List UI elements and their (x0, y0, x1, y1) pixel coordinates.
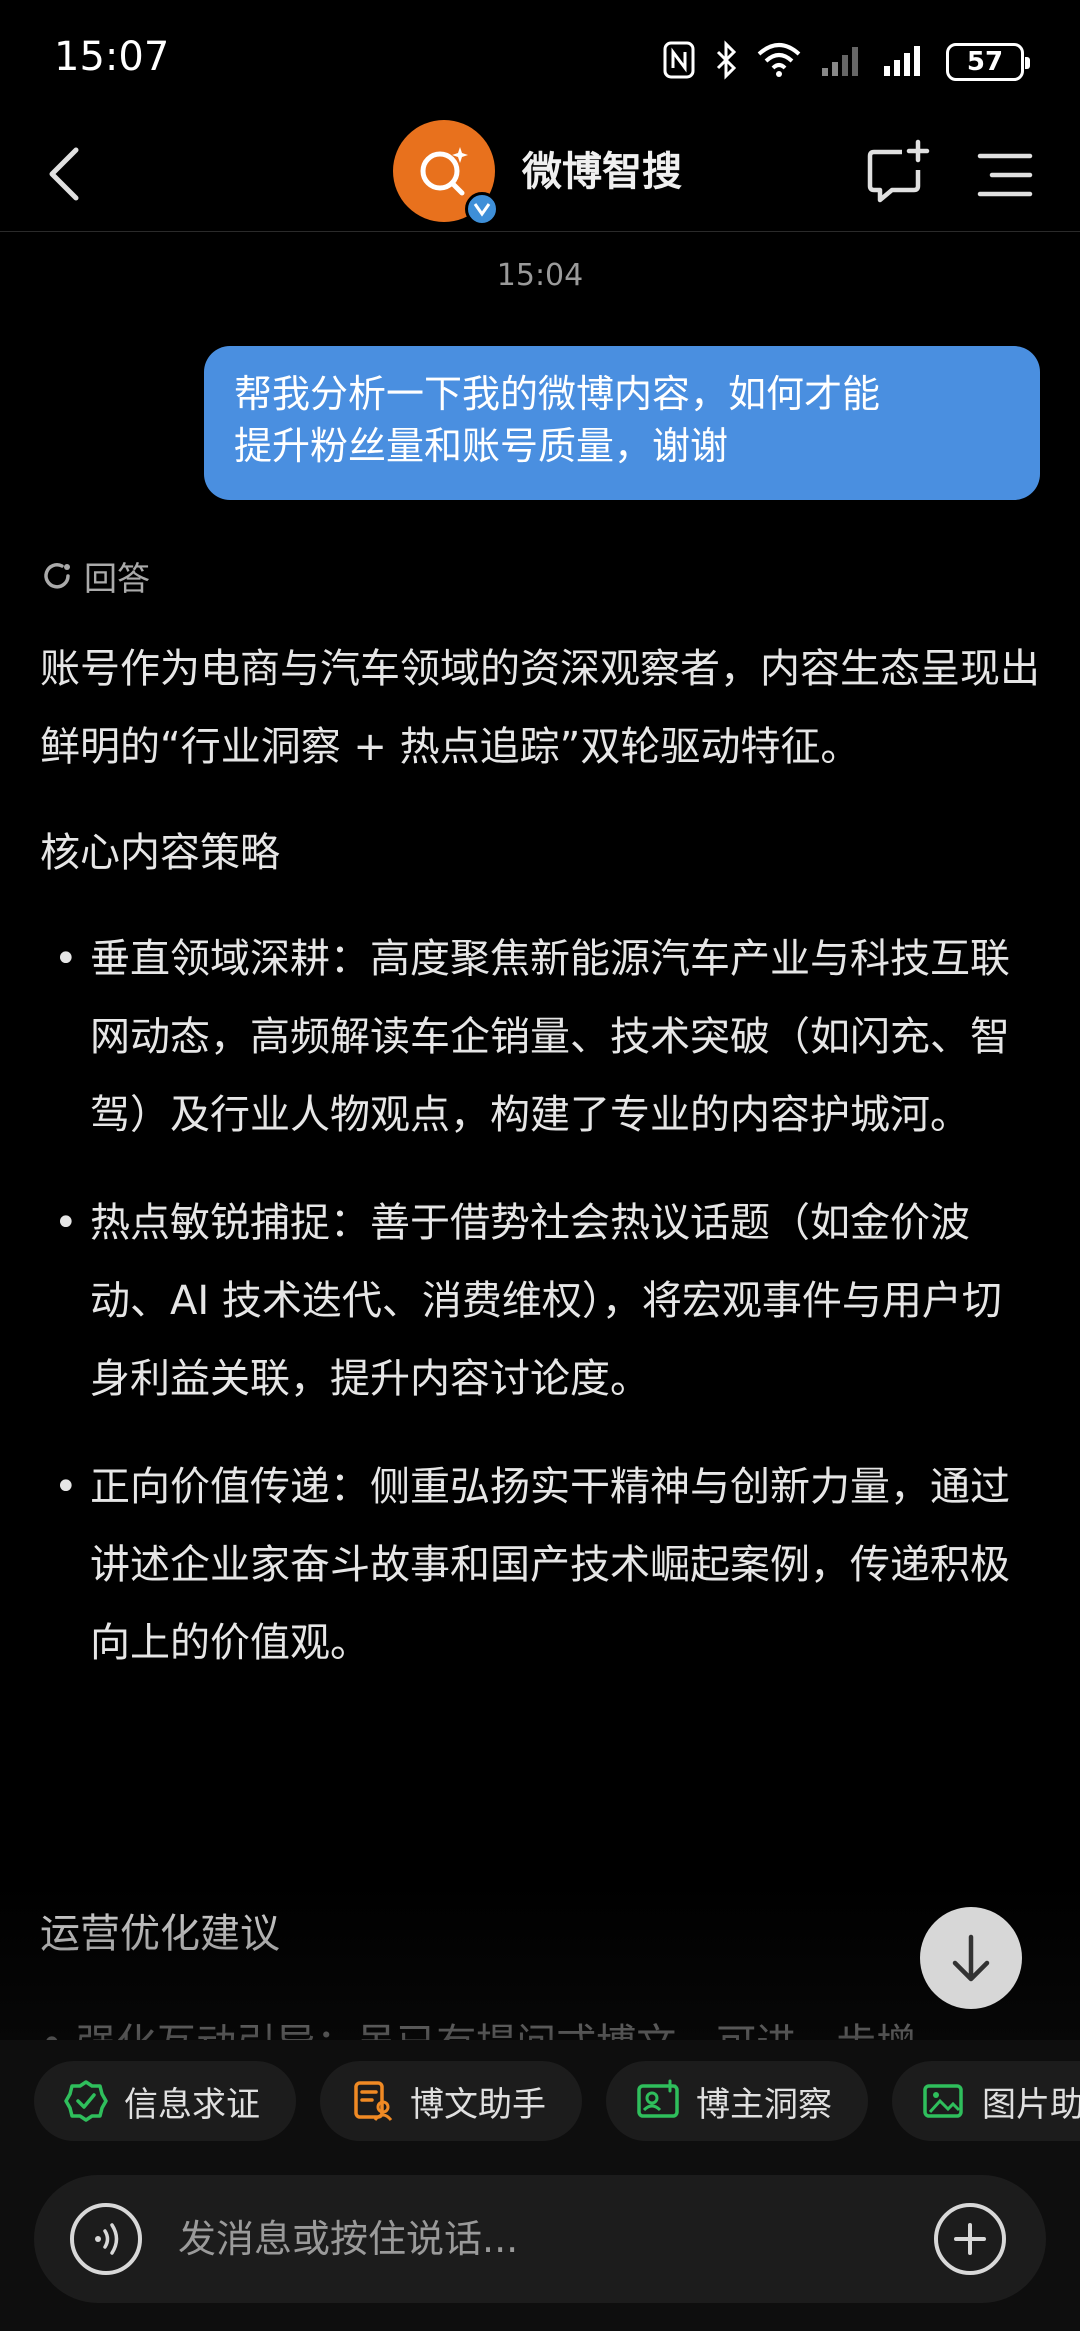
list-item: 正向价值传递：侧重弘扬实干精神与创新力量，通过讲述企业家奋斗故事和国产技术崛起案… (40, 1448, 1040, 1682)
chip-post-assistant[interactable]: 博文助手 (320, 2061, 582, 2141)
page-title: 微博智搜 (522, 149, 682, 195)
wifi-icon (756, 42, 802, 82)
search-spark-icon (420, 147, 468, 196)
arrow-down-icon (952, 1934, 990, 1982)
message-timestamp: 15:04 (496, 258, 584, 293)
user-message-line: 提升粉丝量和账号质量，谢谢 (234, 424, 729, 468)
signal-icon (882, 42, 928, 82)
nfc-icon (662, 40, 696, 84)
scroll-to-bottom-button[interactable] (920, 1907, 1022, 2009)
voice-input-button[interactable] (70, 2203, 142, 2275)
chip-image-assistant[interactable]: 图片助 (892, 2061, 1080, 2141)
answer-content: 账号作为电商与汽车领域的资深观察者，内容生态呈现出鲜明的“行业洞察 + 热点追踪… (40, 630, 1040, 1712)
add-attachment-button[interactable] (934, 2203, 1006, 2275)
chip-blogger-insight[interactable]: 博主洞察 (606, 2061, 868, 2141)
plus-icon (954, 2223, 986, 2255)
chip-fact-check[interactable]: 信息求证 (34, 2061, 296, 2141)
answer-intro: 账号作为电商与汽车领域的资深观察者，内容生态呈现出鲜明的“行业洞察 + 热点追踪… (40, 646, 1040, 770)
section-title: 运营优化建议 (40, 1911, 280, 1957)
new-chat-icon (867, 139, 930, 203)
list-item: 垂直领域深耕：高度聚焦新能源汽车产业与科技互联网动态，高频解读车企销量、技术突破… (40, 920, 1040, 1154)
voice-wave-icon (95, 2223, 119, 2255)
back-button[interactable] (32, 142, 96, 206)
chat-header: 微博智搜 (0, 120, 1080, 232)
new-chat-button[interactable] (862, 138, 932, 208)
chevron-left-icon (49, 147, 79, 201)
user-message-line: 帮我分析一下我的微博内容，如何才能 (234, 372, 881, 416)
menu-button[interactable] (970, 140, 1040, 210)
list-item: 热点敏锐捕捉：善于借势社会热议话题（如金价波动、AI 技术迭代、消费维权），将宏… (40, 1184, 1040, 1418)
bluetooth-icon (714, 40, 738, 84)
signal-weak-icon (820, 42, 864, 82)
battery-indicator: 57 (946, 43, 1030, 81)
chip-label: 图片助 (982, 2084, 1080, 2125)
document-person-icon (350, 2079, 394, 2123)
strategy-list: 垂直领域深耕：高度聚焦新能源汽车产业与科技互联网动态，高频解读车企销量、技术突破… (40, 920, 1040, 1682)
shield-check-icon (64, 2079, 108, 2123)
menu-icon (977, 153, 1033, 197)
status-icons: 57 (662, 40, 1030, 84)
refresh-icon (44, 563, 70, 589)
user-message-bubble[interactable]: 帮我分析一下我的微博内容，如何才能 提升粉丝量和账号质量，谢谢 (204, 346, 1040, 500)
answer-label-text: 回答 (84, 559, 150, 598)
message-input[interactable] (178, 2175, 878, 2303)
bottom-panel: 信息求证 博文助手 博主洞察 图片助 (0, 2040, 1080, 2331)
id-card-icon (636, 2079, 680, 2123)
status-bar: 15:07 57 (0, 0, 1080, 120)
quick-action-chips: 信息求证 博文助手 博主洞察 图片助 (34, 2061, 1080, 2141)
answer-label: 回答 (40, 552, 150, 600)
chip-label: 信息求证 (124, 2084, 260, 2125)
verified-badge-icon (465, 192, 499, 226)
section-title: 核心内容策略 (40, 830, 280, 876)
chip-label: 博主洞察 (696, 2084, 832, 2125)
status-time: 15:07 (54, 34, 170, 80)
message-input-bar (34, 2175, 1046, 2303)
chip-label: 博文助手 (410, 2084, 546, 2125)
image-icon (922, 2079, 966, 2123)
